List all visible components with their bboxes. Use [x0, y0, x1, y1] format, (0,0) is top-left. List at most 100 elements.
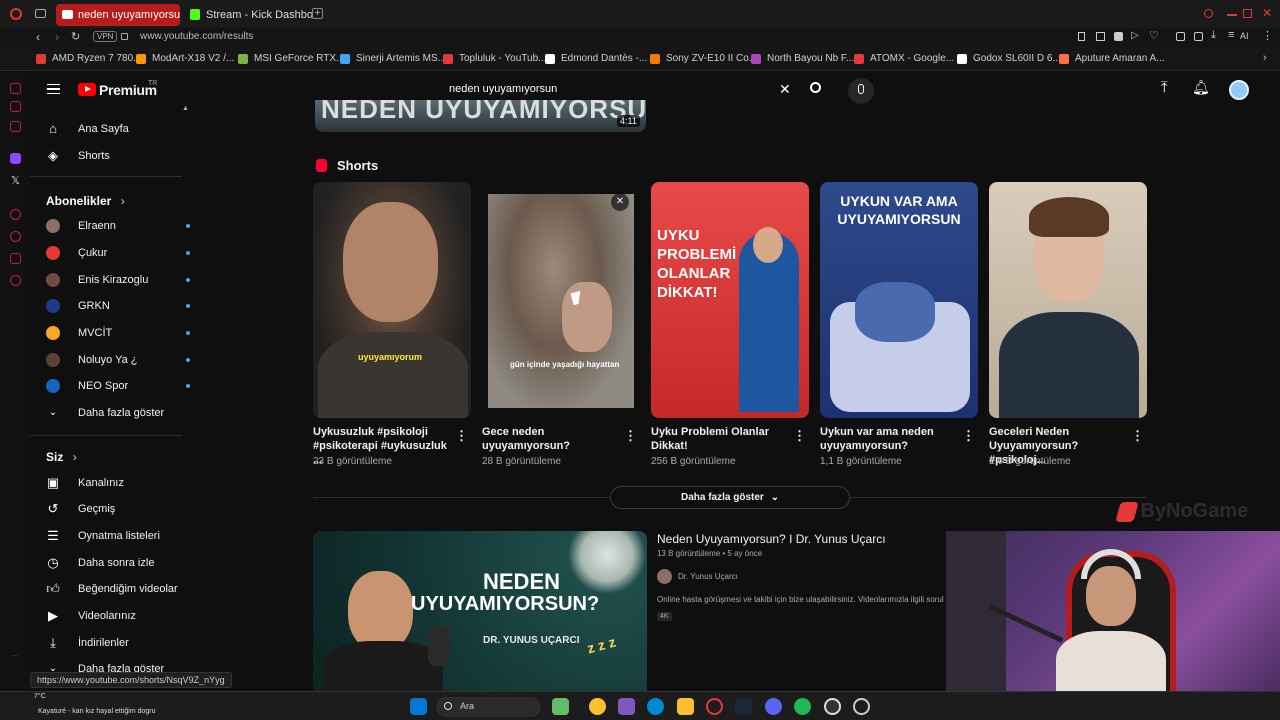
short-thumbnail[interactable]: UYKU PROBLEMİ OLANLAR DİKKAT! — [651, 182, 809, 418]
top-video-thumbnail[interactable]: NEDEN UYUYAMIYORSUN 4:11 — [315, 100, 646, 132]
weather-widget[interactable]: 7°C — [34, 693, 46, 700]
extensions-icon[interactable] — [1176, 32, 1185, 41]
menu-icon[interactable]: ≡ — [1228, 29, 1234, 41]
tab-list-icon[interactable] — [35, 9, 46, 18]
back-icon[interactable]: ‹ — [36, 30, 40, 44]
bookmarks-overflow-icon[interactable]: › — [1263, 52, 1267, 64]
sidebar-item-subscription[interactable]: NEO Spor — [46, 374, 190, 398]
steam-icon[interactable] — [735, 698, 752, 715]
close-window-button[interactable]: ✕ — [1262, 6, 1272, 20]
bookmark-icon[interactable] — [1078, 32, 1085, 41]
edge-icon[interactable] — [647, 698, 664, 715]
sidebar-item-downloads[interactable]: ⤓ İndirilenler — [46, 631, 186, 655]
bookmark-item[interactable]: MSI GeForce RTX... — [238, 51, 344, 67]
bookmark-item[interactable]: North Bayou Nb F... — [751, 51, 854, 67]
vpn-badge[interactable]: VPN — [93, 31, 118, 42]
spotify-icon[interactable] — [794, 698, 811, 715]
history-sidebar-icon[interactable] — [10, 231, 21, 242]
voice-search-icon[interactable] — [848, 78, 874, 104]
new-tab-button[interactable]: + — [312, 8, 323, 19]
wallet-icon[interactable] — [1194, 32, 1203, 41]
bookmark-item[interactable]: Topluluk - YouTub... — [443, 51, 546, 67]
opera-logo-icon[interactable] — [10, 8, 22, 20]
short-title[interactable]: Uyku Problemi Olanlar Dikkat! — [651, 425, 791, 453]
sidebar-item-subscription[interactable]: GRKN — [46, 294, 190, 318]
bookmark-item[interactable]: Godox SL60II D 6... — [957, 51, 1061, 67]
sidebar-scroll-up-icon[interactable]: ▲ — [182, 105, 189, 112]
short-thumbnail[interactable]: gün içinde yaşadığı hayattan ✕ — [482, 182, 640, 418]
opera-icon[interactable] — [706, 698, 723, 715]
adblock-icon[interactable] — [1114, 32, 1123, 41]
show-more-subscriptions[interactable]: ⌄ Daha fazla göster — [46, 401, 186, 425]
short-more-icon[interactable]: ⋮ — [793, 428, 806, 444]
twitch-icon[interactable] — [10, 153, 21, 164]
maximize-button[interactable] — [1243, 9, 1252, 18]
ai-button[interactable]: AI — [1240, 31, 1249, 41]
search-input[interactable]: neden uyuyamıyorsun — [440, 79, 830, 101]
sidebar-item-playlists[interactable]: ☰ Oynatma listeleri — [46, 524, 186, 548]
snapshot-icon[interactable] — [1096, 32, 1105, 41]
discord-icon[interactable] — [765, 698, 782, 715]
settings-sidebar-icon[interactable] — [10, 275, 21, 286]
short-thumbnail[interactable]: UYKUN VAR AMA UYUYAMIYORSUN — [820, 182, 978, 418]
settings-icon[interactable] — [853, 698, 870, 715]
short-more-icon[interactable]: ⋮ — [455, 428, 468, 444]
url-field[interactable]: www.youtube.com/results — [140, 31, 253, 42]
search-tabs-icon[interactable] — [1204, 9, 1213, 18]
start-menu-icon[interactable] — [410, 698, 427, 715]
avatar[interactable] — [1229, 80, 1249, 100]
player-sidebar-icon[interactable] — [10, 209, 21, 220]
sidebar-item-your-videos[interactable]: ▶ Videolarınız — [46, 604, 186, 628]
upload-icon[interactable]: ⤒ — [1161, 79, 1168, 96]
channel-name[interactable]: Dr. Yunus Uçarcı — [678, 572, 738, 581]
hamburger-menu-icon[interactable] — [47, 84, 60, 94]
minimize-button[interactable] — [1227, 14, 1237, 16]
tab-youtube[interactable]: neden uyuyamıyorsun - Yo — [56, 4, 180, 26]
heart-icon[interactable]: ♡ — [1149, 29, 1159, 42]
channel-avatar[interactable] — [657, 569, 672, 584]
sidebar-item-watch-later[interactable]: ◷ Daha sonra izle — [46, 551, 186, 575]
bookmark-item[interactable]: AMD Ryzen 7 780... — [36, 51, 141, 67]
bookmark-item[interactable]: Aputure Amaran A... — [1059, 51, 1165, 67]
file-explorer-icon[interactable] — [677, 698, 694, 715]
x-icon[interactable]: 𝕏 — [11, 174, 20, 187]
short-more-icon[interactable]: ⋮ — [624, 428, 637, 444]
bookmark-item[interactable]: Sinerji Artemis MS... — [340, 51, 446, 67]
chrome-icon[interactable] — [589, 698, 606, 715]
sidebar-item-your-channel[interactable]: ▣ Kanalınız — [46, 471, 186, 495]
subscriptions-header[interactable]: Abonelikler › — [46, 194, 125, 208]
notifications-bell-icon[interactable]: 🔔︎ — [1192, 79, 1210, 96]
search-button[interactable] — [810, 82, 821, 93]
sidebar-item-subscription[interactable]: Elraenn — [46, 214, 190, 238]
short-thumbnail[interactable] — [989, 182, 1147, 418]
video-title[interactable]: Neden Uyuyamıyorsun? I Dr. Yunus Uçarcı — [657, 532, 886, 546]
player-icon[interactable]: ▷ — [1131, 30, 1139, 41]
tab-kick[interactable]: Stream - Kick Dashboard — [184, 4, 312, 26]
you-header[interactable]: Siz › — [46, 450, 77, 464]
youtube-logo-icon[interactable] — [78, 83, 96, 96]
instagram-icon[interactable] — [10, 121, 21, 132]
copilot-icon[interactable] — [618, 698, 635, 715]
mute-icon[interactable]: ✕ — [611, 193, 629, 211]
sidebar-item-liked[interactable]: 👍︎ Beğendiğim videolar — [46, 577, 186, 601]
bookmark-item[interactable]: Sony ZV-E10 II Co... — [650, 51, 757, 67]
sidebar-item-subscription[interactable]: MVCİT — [46, 321, 190, 345]
messenger-icon[interactable] — [10, 101, 21, 112]
sidebar-more-icon[interactable]: ⋯ — [11, 651, 19, 660]
download-icon[interactable]: ⤓ — [1211, 29, 1216, 42]
sidebar-item-home[interactable]: ⌂ Ana Sayfa — [46, 117, 186, 141]
reload-icon[interactable]: ↻ — [71, 30, 80, 43]
bookmark-item[interactable]: ATOMX - Google... — [854, 51, 954, 67]
sidebar-item-history[interactable]: ↺ Geçmiş — [46, 497, 186, 521]
sidebar-item-subscription[interactable]: Enis Kirazoglu — [46, 268, 190, 292]
short-title[interactable]: Uykun var ama neden uyuyamıyorsun? — [820, 425, 960, 453]
show-more-shorts-button[interactable]: Daha fazla göster ⌄ — [610, 486, 850, 509]
taskbar-search[interactable]: Ara — [436, 697, 541, 717]
short-more-icon[interactable]: ⋮ — [962, 428, 975, 444]
clear-search-icon[interactable]: ✕ — [779, 81, 791, 98]
sidebar-item-subscription[interactable]: Çukur — [46, 241, 190, 265]
obs-icon[interactable] — [824, 698, 841, 715]
sidebar-item-subscription[interactable]: Noluyo Ya ¿ — [46, 348, 190, 372]
short-title[interactable]: Gece neden uyuyamıyorsun? — [482, 425, 622, 453]
short-more-icon[interactable]: ⋮ — [1131, 428, 1144, 444]
